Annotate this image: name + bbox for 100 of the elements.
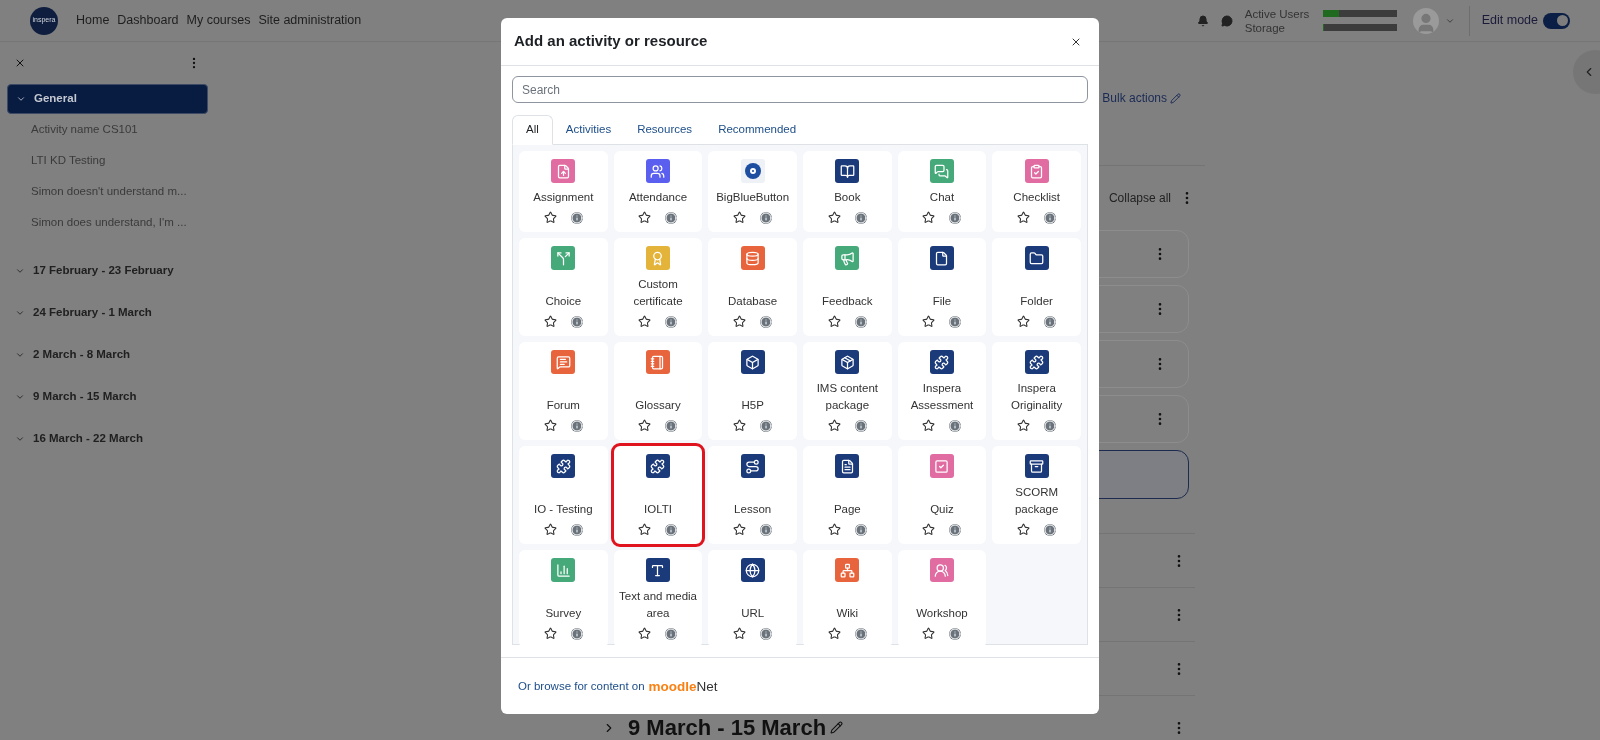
info-icon[interactable]: [854, 211, 867, 224]
activity-option[interactable]: BigBlueButton: [708, 151, 797, 232]
chevron-down-icon[interactable]: [15, 392, 25, 402]
star-icon[interactable]: [543, 627, 557, 640]
activity-option[interactable]: Feedback: [803, 238, 892, 336]
tab[interactable]: All: [512, 115, 553, 145]
bulk-actions-link[interactable]: Bulk actions: [1102, 89, 1167, 107]
activity-option[interactable]: SCORM package: [992, 446, 1081, 544]
activity-option[interactable]: Folder: [992, 238, 1081, 336]
section-link[interactable]: 9 March - 15 March: [7, 376, 208, 418]
activity-option[interactable]: Book: [803, 151, 892, 232]
info-icon[interactable]: [1044, 523, 1057, 536]
star-icon[interactable]: [638, 211, 652, 224]
activity-option[interactable]: Database: [708, 238, 797, 336]
star-icon[interactable]: [922, 315, 936, 328]
activity-option[interactable]: IOLTI: [613, 446, 703, 544]
star-icon[interactable]: [543, 419, 557, 432]
activity-option[interactable]: Wiki: [803, 550, 892, 648]
info-icon[interactable]: [949, 523, 962, 536]
section-link[interactable]: 2 March - 8 March: [7, 334, 208, 376]
section-link[interactable]: 24 February - 1 March: [7, 292, 208, 334]
info-icon[interactable]: [570, 419, 583, 432]
info-icon[interactable]: [570, 523, 583, 536]
star-icon[interactable]: [733, 211, 747, 224]
star-icon[interactable]: [543, 211, 557, 224]
activity-option[interactable]: Custom certificate: [613, 238, 703, 336]
nav-link[interactable]: Dashboard: [117, 11, 179, 30]
info-icon[interactable]: [570, 211, 583, 224]
star-icon[interactable]: [827, 315, 841, 328]
activity-option[interactable]: Inspera Originality: [992, 342, 1081, 440]
tab[interactable]: Activities: [552, 115, 625, 145]
star-icon[interactable]: [827, 523, 841, 536]
activity-option[interactable]: URL: [708, 550, 797, 648]
activity-option[interactable]: Quiz: [897, 446, 987, 544]
info-icon[interactable]: [949, 627, 962, 640]
chevron-down-icon[interactable]: [16, 94, 26, 104]
activity-option[interactable]: Text and media area: [613, 550, 703, 648]
star-icon[interactable]: [543, 523, 557, 536]
activity-option[interactable]: Glossary: [613, 342, 703, 440]
section-link[interactable]: 16 March - 22 March: [7, 418, 208, 460]
chevron-down-icon[interactable]: [15, 350, 25, 360]
star-icon[interactable]: [922, 523, 936, 536]
info-icon[interactable]: [665, 523, 678, 536]
activity-option[interactable]: Checklist: [992, 151, 1081, 232]
activity-option[interactable]: Inspera Assessment: [897, 342, 987, 440]
activity-option[interactable]: IMS content package: [803, 342, 892, 440]
nav-link[interactable]: Site administration: [258, 11, 362, 30]
tab[interactable]: Recommended: [705, 115, 810, 145]
chevron-down-icon[interactable]: [15, 434, 25, 444]
info-icon[interactable]: [760, 523, 773, 536]
collapse-all-link[interactable]: Collapse all: [1108, 189, 1171, 207]
info-icon[interactable]: [760, 211, 773, 224]
info-icon[interactable]: [854, 419, 867, 432]
chevron-down-icon[interactable]: [15, 266, 25, 276]
star-icon[interactable]: [922, 627, 936, 640]
star-icon[interactable]: [922, 419, 936, 432]
star-icon[interactable]: [733, 627, 747, 640]
star-icon[interactable]: [733, 419, 747, 432]
pencil-icon[interactable]: [830, 721, 844, 734]
activity-option[interactable]: IO - Testing: [519, 446, 608, 544]
info-icon[interactable]: [854, 627, 867, 640]
info-icon[interactable]: [949, 315, 962, 328]
section-link[interactable]: General: [7, 84, 208, 114]
section-link[interactable]: 17 February - 23 February: [7, 250, 208, 292]
star-icon[interactable]: [1017, 419, 1031, 432]
nav-link[interactable]: My courses: [186, 11, 251, 30]
info-icon[interactable]: [760, 419, 773, 432]
star-icon[interactable]: [638, 627, 652, 640]
info-icon[interactable]: [1044, 419, 1057, 432]
activity-option[interactable]: Forum: [519, 342, 608, 440]
nav-link[interactable]: Home: [76, 11, 110, 30]
info-icon[interactable]: [1044, 211, 1057, 224]
info-icon[interactable]: [570, 315, 583, 328]
star-icon[interactable]: [638, 523, 652, 536]
star-icon[interactable]: [827, 627, 841, 640]
activity-option[interactable]: H5P: [708, 342, 797, 440]
info-icon[interactable]: [949, 419, 962, 432]
activity-option[interactable]: Choice: [519, 238, 608, 336]
activity-option[interactable]: File: [897, 238, 987, 336]
activity-option[interactable]: Lesson: [708, 446, 797, 544]
pencil-icon[interactable]: [1170, 92, 1181, 104]
info-icon[interactable]: [854, 523, 867, 536]
info-icon[interactable]: [949, 211, 962, 224]
search-field[interactable]: Search: [512, 76, 1088, 103]
star-icon[interactable]: [543, 315, 557, 328]
info-icon[interactable]: [760, 315, 773, 328]
star-icon[interactable]: [1017, 523, 1031, 536]
star-icon[interactable]: [638, 315, 652, 328]
star-icon[interactable]: [1017, 211, 1031, 224]
edit-mode-toggle[interactable]: [1543, 12, 1570, 29]
notifications-icon[interactable]: [1196, 14, 1209, 27]
info-icon[interactable]: [854, 315, 867, 328]
info-icon[interactable]: [570, 627, 583, 640]
info-icon[interactable]: [760, 627, 773, 640]
activity-option[interactable]: Assignment: [519, 151, 608, 232]
tab[interactable]: Resources: [624, 115, 706, 145]
activity-option[interactable]: Page: [803, 446, 892, 544]
star-icon[interactable]: [922, 211, 936, 224]
activity-option[interactable]: Workshop: [897, 550, 987, 648]
star-icon[interactable]: [733, 315, 747, 328]
